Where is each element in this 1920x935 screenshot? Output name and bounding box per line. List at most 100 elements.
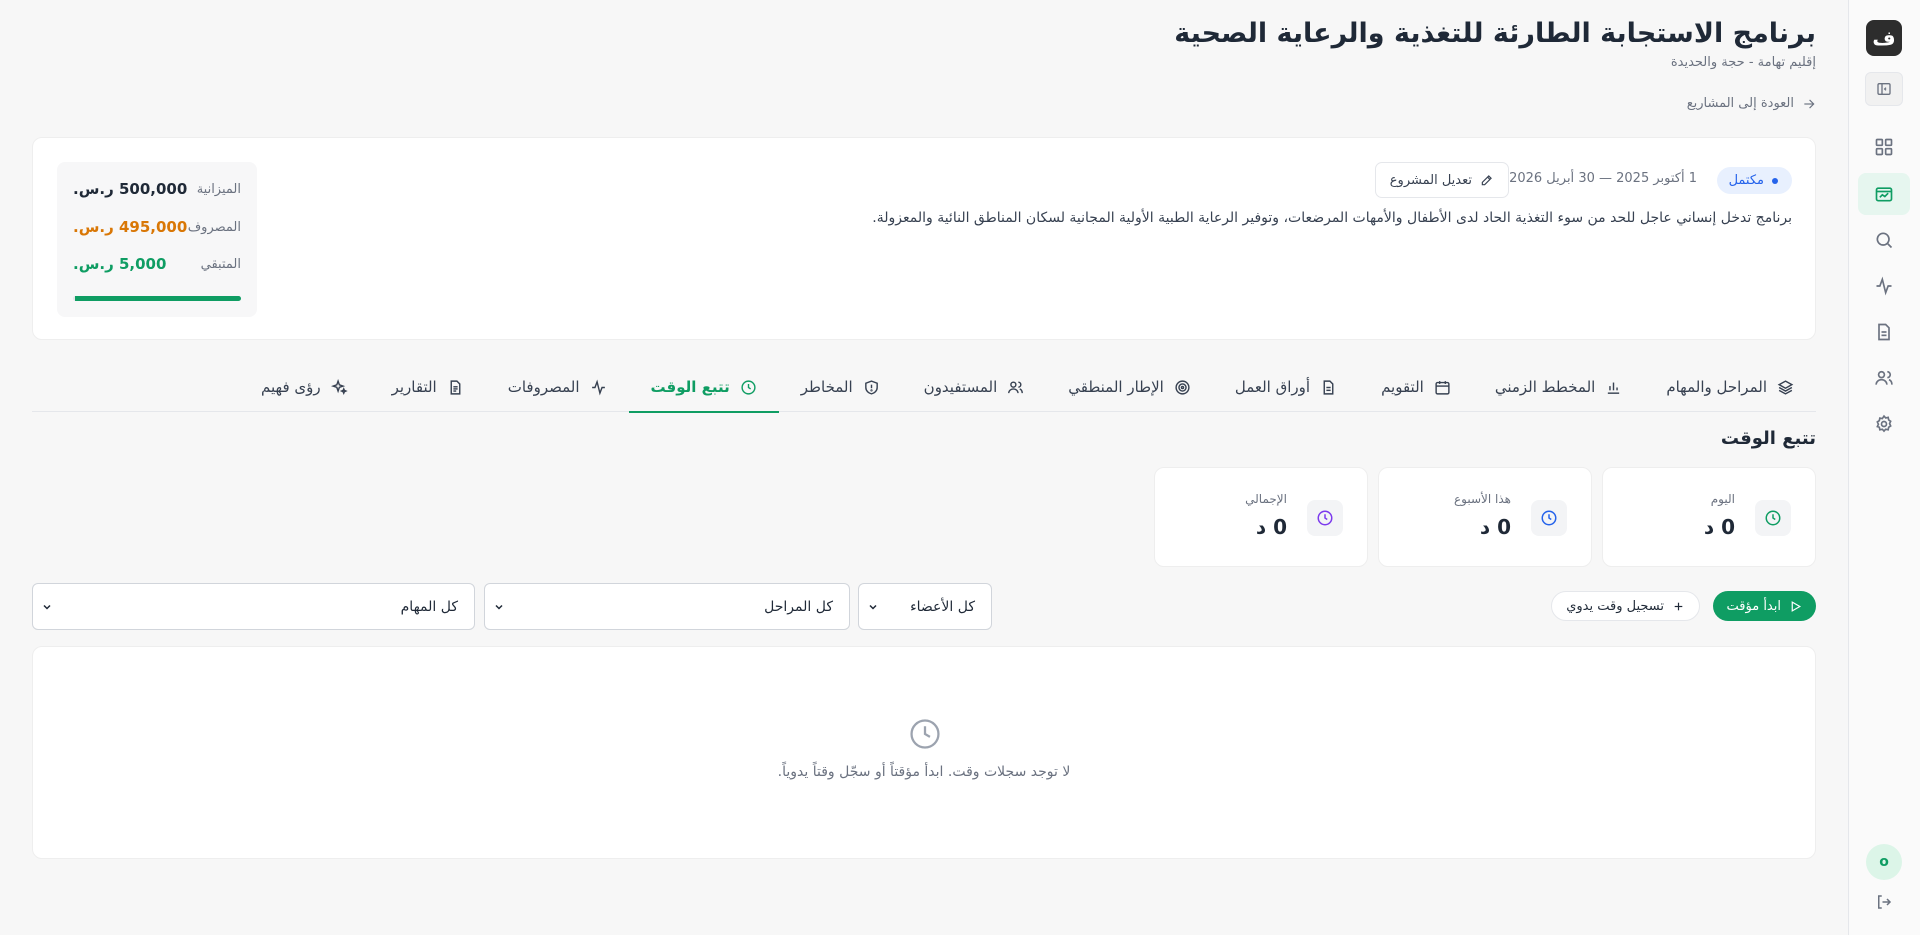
tab-calendar[interactable]: التقويم <box>1359 362 1473 412</box>
grid-icon <box>1875 138 1893 156</box>
remaining-row: المتبقي 5,000 ر.س. <box>73 255 241 273</box>
manual-entry-label: تسجيل وقت يدوي <box>1566 598 1664 614</box>
tasks-filter-value: كل المهام <box>400 598 458 615</box>
shield-icon <box>864 379 878 395</box>
stat-icon-wrap <box>1755 500 1791 536</box>
stat-card-today: اليوم 0 د <box>1602 467 1816 567</box>
tab-beneficiaries[interactable]: المستفيدون <box>902 362 1047 412</box>
nav-users[interactable] <box>1858 357 1910 399</box>
clock-icon <box>741 379 756 395</box>
time-entries-empty-state: لا توجد سجلات وقت. ابدأ مؤقتاً أو سجّل و… <box>32 646 1816 859</box>
tab-label: أوراق العمل <box>1234 378 1311 396</box>
sparkles-icon <box>330 378 348 395</box>
clock-icon <box>1317 510 1333 526</box>
project-description: برنامج تدخل إنساني عاجل للحد من سوء التغ… <box>872 210 1792 226</box>
sidebar: ف o <box>1848 0 1920 935</box>
app-logo[interactable]: ف <box>1866 20 1902 56</box>
nav-dashboard[interactable] <box>1858 126 1910 168</box>
arrow-right-icon <box>1804 99 1815 108</box>
activity-icon <box>1876 276 1892 296</box>
nav-search[interactable] <box>1858 219 1910 261</box>
project-card: مكتمل 1 أكتوبر 2025 — 30 أبريل 2026 تعدي… <box>32 137 1816 340</box>
clock-icon <box>1765 510 1781 526</box>
logout-icon <box>1878 895 1892 909</box>
start-timer-button[interactable]: ابدأ مؤقت <box>1712 591 1816 621</box>
nav-activity[interactable] <box>1858 265 1910 307</box>
tab-worksheets[interactable]: أوراق العمل <box>1213 362 1359 412</box>
spent-value: 495,000 ر.س. <box>73 218 188 236</box>
project-date-range: 1 أكتوبر 2025 — 30 أبريل 2026 <box>1509 171 1697 186</box>
projects-icon <box>1875 187 1893 202</box>
status-dot <box>1772 177 1778 184</box>
status-label: مكتمل <box>1728 173 1764 188</box>
spent-row: المصروف 495,000 ر.س. <box>73 218 241 236</box>
project-tabs: المراحل والمهام المخطط الزمني التقويم أو… <box>32 362 1816 413</box>
back-to-projects-link[interactable]: العودة إلى المشاريع <box>1687 96 1816 111</box>
tab-label: الإطار المنطقي <box>1068 378 1164 396</box>
phases-filter[interactable]: كل المراحل <box>484 583 850 630</box>
search-icon <box>1876 232 1893 249</box>
activity-icon <box>591 378 605 396</box>
budget-progress-fill <box>74 296 241 301</box>
nav-documents[interactable] <box>1858 311 1910 353</box>
chevron-down-icon <box>869 604 877 610</box>
tab-label: تتبع الوقت <box>650 378 730 396</box>
start-timer-label: ابدأ مؤقت <box>1726 598 1781 614</box>
stat-label: هذا الأسبوع <box>1454 492 1511 506</box>
chevron-down-icon <box>495 604 503 610</box>
sidebar-collapse-button[interactable] <box>1865 72 1903 106</box>
calendar-icon <box>1435 380 1450 395</box>
budget-progress-bar <box>73 296 241 301</box>
tab-time-tracking[interactable]: تتبع الوقت <box>628 362 780 413</box>
phases-filter-value: كل المراحل <box>764 598 833 615</box>
panel-toggle-icon <box>1877 83 1891 95</box>
section-title: تتبع الوقت <box>1720 428 1816 449</box>
tab-label: التقارير <box>391 378 437 396</box>
back-link-label: العودة إلى المشاريع <box>1686 96 1794 111</box>
stat-value: 0 د <box>1479 515 1511 539</box>
stat-icon-wrap <box>1531 500 1567 536</box>
tab-label: المصروفات <box>507 378 580 396</box>
layers-icon <box>1777 379 1794 395</box>
stat-icon-wrap <box>1307 500 1343 536</box>
tab-timeline[interactable]: المخطط الزمني <box>1473 362 1644 412</box>
tab-risks[interactable]: المخاطر <box>779 362 902 412</box>
tab-reports[interactable]: التقارير <box>370 362 486 412</box>
budget-summary: الميزانية 500,000 ر.س. المصروف 495,000 ر… <box>57 162 257 317</box>
page-subtitle: إقليم تهامة - حجة والحديدة <box>1670 55 1816 70</box>
members-filter[interactable]: كل الأعضاء <box>858 583 992 630</box>
chevron-down-icon <box>43 604 51 610</box>
stat-value: 0 د <box>1255 515 1287 539</box>
stat-value: 0 د <box>1703 515 1735 539</box>
plus-icon <box>1674 602 1683 610</box>
tab-label: المخاطر <box>800 378 853 396</box>
tab-logframe[interactable]: الإطار المنطقي <box>1046 362 1213 412</box>
tab-insights[interactable]: رؤى فهيم <box>239 362 370 412</box>
stat-label: اليوم <box>1710 492 1735 506</box>
report-icon <box>450 379 461 395</box>
edit-project-button[interactable]: تعديل المشروع <box>1374 162 1509 198</box>
user-avatar[interactable]: o <box>1866 844 1902 880</box>
file-icon <box>1323 379 1334 395</box>
budget-value: 500,000 ر.س. <box>73 180 188 198</box>
nav-settings[interactable] <box>1858 403 1910 445</box>
stat-label: الإجمالي <box>1245 492 1287 506</box>
pencil-icon <box>1481 175 1492 186</box>
users-icon <box>1008 380 1024 393</box>
empty-state-message: لا توجد سجلات وقت. ابدأ مؤقتاً أو سجّل و… <box>777 764 1071 780</box>
play-icon <box>1791 600 1802 612</box>
tasks-filter[interactable]: كل المهام <box>32 583 475 630</box>
settings-icon <box>1876 414 1892 433</box>
clock-icon <box>1541 510 1557 526</box>
tab-expenses[interactable]: المصروفات <box>486 362 629 412</box>
nav-projects[interactable] <box>1858 173 1910 215</box>
stat-card-total: الإجمالي 0 د <box>1154 467 1368 567</box>
document-icon <box>1878 323 1890 341</box>
members-filter-value: كل الأعضاء <box>910 598 975 615</box>
tab-label: المراحل والمهام <box>1666 378 1767 396</box>
tab-phases[interactable]: المراحل والمهام <box>1644 362 1816 412</box>
tab-label: رؤى فهيم <box>261 378 321 396</box>
remaining-value: 5,000 ر.س. <box>73 255 167 273</box>
manual-entry-button[interactable]: تسجيل وقت يدوي <box>1551 591 1700 621</box>
logout-button[interactable] <box>1875 893 1893 911</box>
